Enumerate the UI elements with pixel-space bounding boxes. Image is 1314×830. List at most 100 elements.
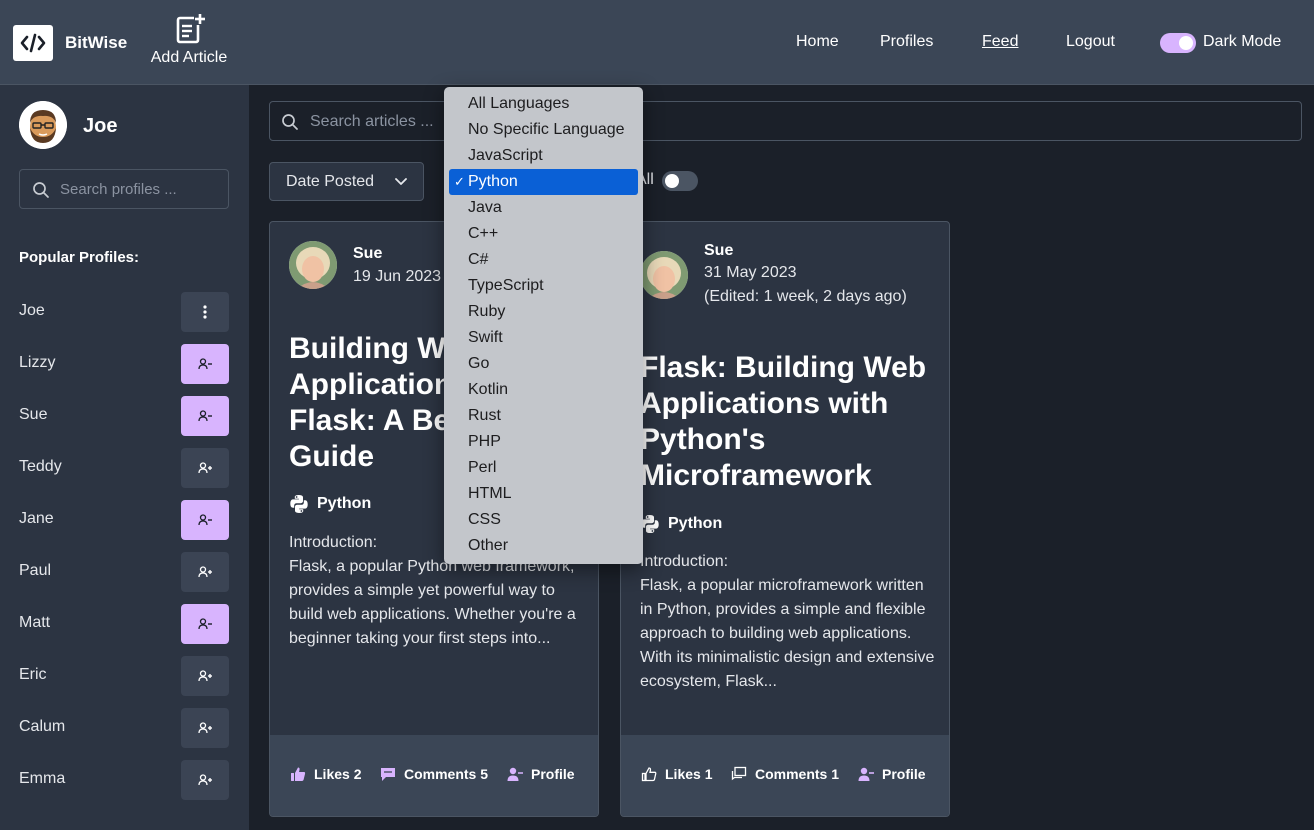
language-option-label: Perl <box>468 459 497 476</box>
language-option-label: PHP <box>468 433 501 450</box>
article-edited-note: (Edited: 1 week, 2 days ago) <box>704 288 907 305</box>
unfollow-button[interactable] <box>181 344 229 384</box>
profile-row: Emma <box>19 760 229 800</box>
profile-name[interactable]: Lizzy <box>19 354 55 372</box>
profile-row: Teddy <box>19 448 229 488</box>
language-option[interactable]: Other <box>449 533 638 559</box>
follow-button[interactable] <box>181 448 229 488</box>
brand-name[interactable]: BitWise <box>65 33 127 53</box>
profile-search-input[interactable]: Search profiles ... <box>19 169 229 209</box>
follow-button[interactable] <box>181 552 229 592</box>
nav-feed-link[interactable]: Feed <box>982 33 1018 51</box>
user-minus-icon <box>198 618 212 630</box>
language-option[interactable]: CSS <box>449 507 638 533</box>
avatar[interactable] <box>19 101 67 149</box>
profile-row: Paul <box>19 552 229 592</box>
language-option[interactable]: Perl <box>449 455 638 481</box>
profile-row: Lizzy <box>19 344 229 384</box>
author-avatar[interactable] <box>289 241 337 289</box>
language-option[interactable]: Go <box>449 351 638 377</box>
profile-name[interactable]: Sue <box>19 406 47 424</box>
language-option[interactable]: C# <box>449 247 638 273</box>
like-button[interactable]: Likes 2 <box>290 766 361 782</box>
unfollow-button[interactable] <box>181 396 229 436</box>
profile-button-label: Profile <box>531 766 575 782</box>
profile-name[interactable]: Emma <box>19 770 65 788</box>
language-option-label: JavaScript <box>468 147 543 164</box>
language-option[interactable]: No Specific Language <box>449 117 638 143</box>
unfollow-button[interactable] <box>181 500 229 540</box>
language-option[interactable]: Kotlin <box>449 377 638 403</box>
sort-select-value: Date Posted <box>286 173 375 190</box>
user-icon <box>507 767 523 781</box>
article-author[interactable]: Sue <box>353 245 382 263</box>
search-icon <box>282 114 298 130</box>
profile-name[interactable]: Teddy <box>19 458 62 476</box>
brand-logo[interactable] <box>13 25 53 61</box>
article-author[interactable]: Sue <box>704 242 733 260</box>
comments-button[interactable]: Comments 1 <box>731 766 839 782</box>
nav-profiles-link[interactable]: Profiles <box>880 33 933 51</box>
profile-name[interactable]: Joe <box>19 302 45 320</box>
add-article-button[interactable]: Add Article <box>146 13 232 67</box>
language-option-label: C# <box>468 251 489 268</box>
article-title[interactable]: Flask: Building Web Applications with Py… <box>640 350 935 494</box>
sort-select[interactable]: Date Posted <box>269 162 424 201</box>
language-option[interactable]: ✓ Python <box>449 169 638 195</box>
profile-row: Sue <box>19 396 229 436</box>
language-option[interactable]: Swift <box>449 325 638 351</box>
sidebar: Joe Search profiles ... Popular Profiles… <box>0 85 249 830</box>
profile-options-button[interactable] <box>181 292 229 332</box>
follow-button[interactable] <box>181 708 229 748</box>
language-option[interactable]: Ruby <box>449 299 638 325</box>
thumbs-up-icon <box>641 767 657 782</box>
language-option-label: All Languages <box>468 95 570 112</box>
language-option[interactable]: JavaScript <box>449 143 638 169</box>
profile-row: Calum <box>19 708 229 748</box>
language-option[interactable]: TypeScript <box>449 273 638 299</box>
nav-logout-link[interactable]: Logout <box>1066 33 1115 51</box>
checkmark-icon: ✓ <box>454 174 465 189</box>
like-count: Likes 1 <box>665 766 713 782</box>
article-search-input[interactable]: Search articles ... <box>269 101 1302 141</box>
profile-search-placeholder: Search profiles ... <box>60 181 177 198</box>
follow-button[interactable] <box>181 760 229 800</box>
toggle-knob <box>1179 36 1193 50</box>
article-search-placeholder: Search articles ... <box>310 113 434 130</box>
show-all-toggle[interactable] <box>662 171 698 191</box>
user-icon <box>858 767 874 781</box>
user-plus-icon <box>198 774 212 786</box>
language-option[interactable]: PHP <box>449 429 638 455</box>
article-language-label: Python <box>317 495 372 512</box>
profile-row: Joe <box>19 292 229 332</box>
profile-row: Jane <box>19 500 229 540</box>
profile-name[interactable]: Calum <box>19 718 65 736</box>
dark-mode-toggle[interactable] <box>1160 33 1196 53</box>
user-minus-icon <box>198 514 212 526</box>
profile-name[interactable]: Eric <box>19 666 47 684</box>
profile-button[interactable]: Profile <box>507 766 575 782</box>
author-avatar[interactable] <box>640 251 688 299</box>
chevron-down-icon <box>395 178 407 185</box>
popular-profiles-heading: Popular Profiles: <box>19 249 140 266</box>
language-option[interactable]: C++ <box>449 221 638 247</box>
article-card[interactable]: Sue 31 May 2023 (Edited: 1 week, 2 days … <box>620 221 950 817</box>
user-avatar-icon <box>19 101 67 149</box>
profile-button[interactable]: Profile <box>858 766 926 782</box>
profile-name[interactable]: Jane <box>19 510 54 528</box>
profile-name[interactable]: Matt <box>19 614 50 632</box>
add-article-label: Add Article <box>150 49 228 66</box>
unfollow-button[interactable] <box>181 604 229 644</box>
article-language: Python <box>640 514 722 534</box>
profile-name[interactable]: Paul <box>19 562 51 580</box>
language-option[interactable]: All Languages <box>449 91 638 117</box>
like-button[interactable]: Likes 1 <box>641 766 712 782</box>
nav-home-link[interactable]: Home <box>796 33 839 51</box>
language-option[interactable]: Rust <box>449 403 638 429</box>
article-excerpt-body: Flask, a popular Python web framework, p… <box>289 558 576 647</box>
follow-button[interactable] <box>181 656 229 696</box>
comments-button[interactable]: Comments 5 <box>380 766 488 782</box>
language-option[interactable]: HTML <box>449 481 638 507</box>
language-option[interactable]: Java <box>449 195 638 221</box>
language-option-label: No Specific Language <box>468 121 625 138</box>
